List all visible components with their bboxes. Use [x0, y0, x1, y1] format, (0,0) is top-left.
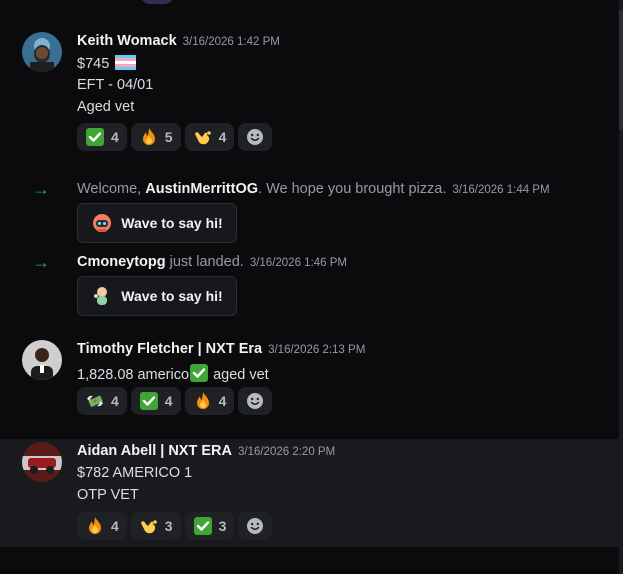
- message-line: $745: [77, 55, 137, 72]
- reaction-check[interactable]: 4: [77, 123, 127, 151]
- system-message-landed: → Cmoneytopg just landed. 3/16/2026 1:46 …: [0, 251, 619, 321]
- add-reaction-smiley-icon: [247, 393, 264, 409]
- reaction-fire[interactable]: 4: [184, 387, 235, 415]
- system-message-welcome: → Welcome, AustinMerrittOG. We hope you …: [0, 178, 619, 248]
- wave-button[interactable]: Wave to say hi!: [77, 276, 237, 316]
- reactions-bar: 4 4 4: [77, 387, 273, 415]
- add-reaction-button[interactable]: [238, 123, 273, 151]
- timestamp: 3/16/2026 2:20 PM: [237, 446, 336, 458]
- reaction-call-me-hand[interactable]: 4: [184, 123, 235, 151]
- add-reaction-smiley-icon: [247, 518, 264, 534]
- reaction-check[interactable]: 4: [130, 387, 181, 415]
- call-me-hand-icon: [194, 131, 211, 145]
- author-name[interactable]: Keith Womack 3/16/2026 1:42 PM: [77, 33, 280, 49]
- reaction-money[interactable]: 4: [77, 387, 127, 415]
- message-line: 1,828.08 americo aged vet: [77, 363, 269, 383]
- transgender-flag-icon: [115, 55, 137, 70]
- check-mark-icon: [193, 517, 212, 535]
- message-timothy: Timothy Fletcher | NXT Era 3/16/2026 2:13…: [0, 330, 619, 426]
- wave-sticker-icon: [93, 214, 112, 232]
- fire-icon: [89, 517, 101, 534]
- system-text: Cmoneytopg just landed. 3/16/2026 1:46 PM: [77, 254, 347, 270]
- reaction-fire[interactable]: 5: [130, 123, 181, 151]
- avatar[interactable]: [22, 442, 62, 482]
- timestamp: 3/16/2026 1:42 PM: [182, 36, 280, 48]
- reaction-check[interactable]: 3: [184, 512, 235, 540]
- avatar[interactable]: [22, 32, 62, 72]
- add-reaction-smiley-icon: [247, 129, 264, 145]
- message-line: EFT - 04/01: [77, 77, 154, 93]
- message-line: $782 AMERICO 1: [77, 465, 193, 481]
- author-name[interactable]: Aidan Abell | NXT ERA 3/16/2026 2:20 PM: [77, 443, 335, 459]
- timestamp: 3/16/2026 1:44 PM: [452, 184, 550, 196]
- timestamp: 3/16/2026 2:13 PM: [268, 344, 366, 356]
- fire-icon: [196, 392, 209, 409]
- add-reaction-button[interactable]: [238, 512, 273, 540]
- wave-button[interactable]: Wave to say hi!: [77, 203, 237, 243]
- reaction-fire[interactable]: 4: [77, 512, 127, 540]
- message-line: Aged vet: [77, 99, 135, 115]
- join-arrow-icon: →: [32, 252, 50, 272]
- check-mark-icon: [139, 392, 158, 410]
- wave-sticker-icon: [94, 287, 108, 305]
- message-keith: Keith Womack 3/16/2026 1:42 PM $745 EFT -…: [0, 22, 619, 162]
- call-me-hand-icon: [140, 520, 157, 534]
- fire-icon: [142, 128, 155, 145]
- join-arrow-icon: →: [32, 179, 50, 199]
- check-mark-icon: [190, 364, 209, 382]
- message-line: OTP VET: [77, 487, 139, 503]
- reactions-bar: 4 5 4: [77, 123, 273, 151]
- message-aidan: Aidan Abell | NXT ERA 3/16/2026 2:20 PM $…: [0, 439, 619, 547]
- scrollbar-track[interactable]: [619, 0, 623, 574]
- add-reaction-button[interactable]: [238, 387, 273, 415]
- joined-username[interactable]: AustinMerrittOG: [145, 181, 258, 197]
- timestamp: 3/16/2026 1:46 PM: [249, 257, 347, 269]
- avatar[interactable]: [22, 340, 62, 380]
- author-name[interactable]: Timothy Fletcher | NXT Era 3/16/2026 2:13…: [77, 341, 365, 357]
- money-with-wings-icon: [87, 395, 103, 407]
- reactions-bar: 4 3 3: [77, 512, 273, 540]
- top-partial-element: [140, 0, 174, 4]
- system-text: Welcome, AustinMerrittOG. We hope you br…: [77, 181, 550, 197]
- check-mark-icon: [86, 128, 104, 146]
- scrollbar-thumb[interactable]: [619, 10, 623, 130]
- joined-username[interactable]: Cmoneytopg: [77, 254, 166, 270]
- reaction-call-me-hand[interactable]: 3: [130, 512, 181, 540]
